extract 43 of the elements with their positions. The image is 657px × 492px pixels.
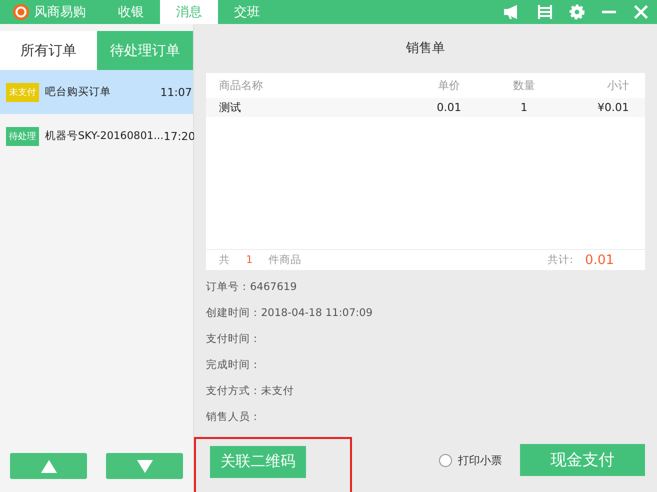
order-field: 支付方式：未支付 bbox=[206, 378, 645, 404]
total-label: 共计: bbox=[548, 253, 574, 267]
total-amount: 0.01 bbox=[585, 252, 614, 268]
nav-tab[interactable]: 收银 bbox=[102, 0, 160, 24]
triangle-up-icon bbox=[40, 460, 56, 472]
column-header: 小计 bbox=[606, 78, 629, 93]
item-count: 1 bbox=[246, 254, 253, 266]
ladder-icon[interactable] bbox=[537, 4, 553, 20]
order-field: 完成时间： bbox=[206, 352, 645, 378]
scroll-down-button[interactable] bbox=[106, 453, 183, 479]
table-cell-text: 0.01 bbox=[436, 101, 462, 114]
table-cell-text: ¥0.01 bbox=[596, 101, 629, 114]
status-badge: 未支付 bbox=[6, 82, 39, 102]
scroll-up-button[interactable] bbox=[10, 453, 87, 479]
link-qr-button[interactable]: 关联二维码 bbox=[210, 446, 306, 478]
order-item[interactable]: 未支付 吧台购买订单 11:07 bbox=[0, 70, 193, 114]
cash-pay-button[interactable]: 现金支付 bbox=[520, 444, 645, 476]
column-header: 数量 bbox=[512, 78, 536, 93]
order-title: 吧台购买订单 bbox=[45, 85, 112, 99]
count-prefix: 共 bbox=[219, 253, 230, 267]
table-cell-text: 1 bbox=[520, 101, 528, 114]
radio-button[interactable] bbox=[439, 454, 452, 466]
column-header: 商品名称 bbox=[219, 78, 264, 93]
order-field: 创建时间：2018-04-18 11:07:09 bbox=[206, 300, 645, 326]
order-time: 11:07 bbox=[160, 86, 193, 98]
order-title: 机器号SKY-20160801... bbox=[45, 129, 164, 143]
order-field: 销售人员： bbox=[206, 404, 645, 430]
settings-icon[interactable] bbox=[569, 4, 585, 20]
order-field: 订单号：6467619 bbox=[206, 274, 645, 300]
order-field: 支付时间： bbox=[206, 326, 645, 352]
table-cell-text: 测试 bbox=[219, 100, 242, 115]
logo-icon bbox=[12, 3, 30, 21]
nav-tab[interactable]: 消息 bbox=[160, 0, 218, 24]
app-name: 风商易购 bbox=[34, 4, 86, 21]
order-tab[interactable]: 待处理订单 bbox=[96, 31, 193, 70]
triangle-down-icon bbox=[136, 460, 152, 472]
panel-title: 销售单 bbox=[405, 40, 446, 58]
column-header: 单价 bbox=[437, 78, 461, 93]
radio-label: 打印小票 bbox=[458, 452, 502, 468]
close-icon[interactable] bbox=[633, 4, 649, 20]
count-suffix: 件商品 bbox=[268, 253, 302, 267]
nav-tab[interactable]: 交班 bbox=[218, 0, 276, 24]
status-badge: 待处理 bbox=[6, 126, 39, 146]
